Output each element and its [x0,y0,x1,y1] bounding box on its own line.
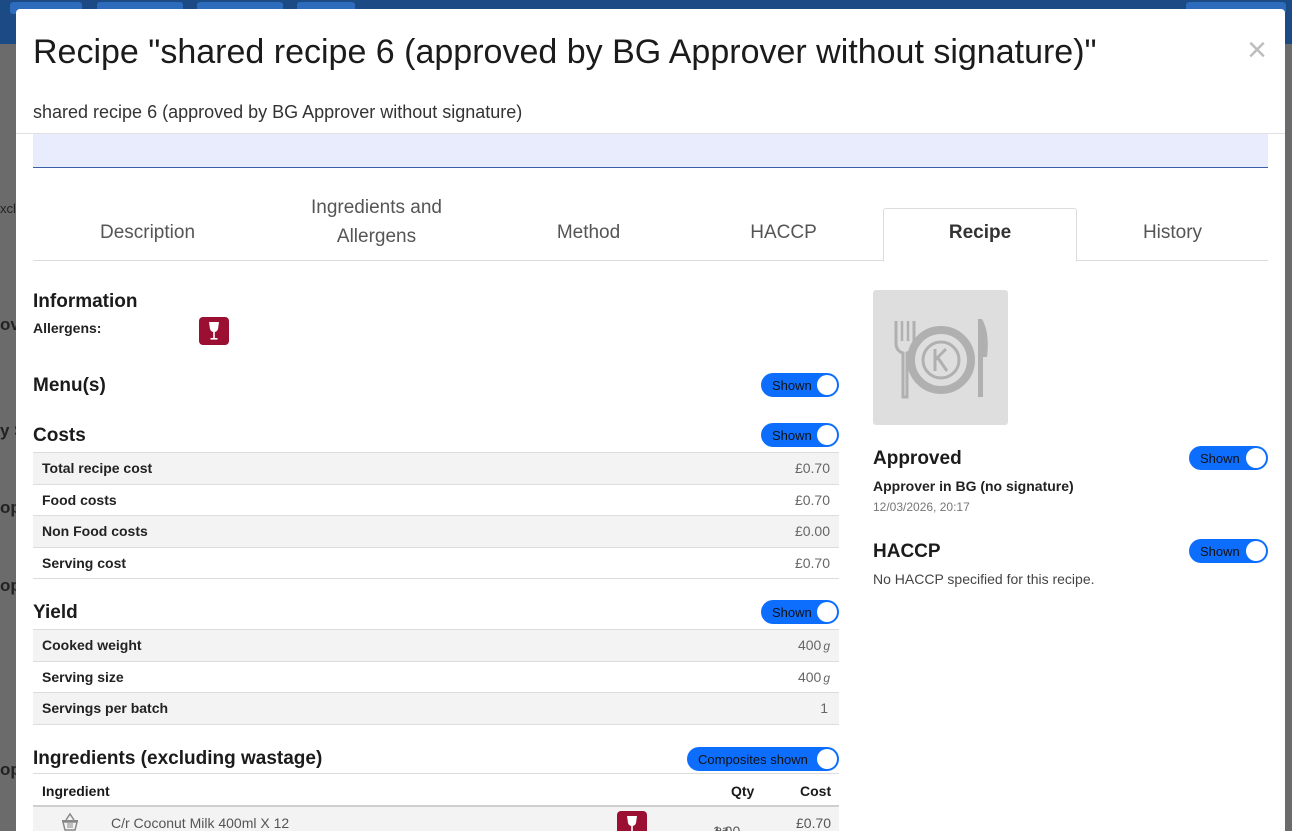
row-label: Serving cost [42,554,127,571]
info-band [33,134,1268,168]
tab-bar: Description Ingredients and Allergens Me… [33,197,1268,262]
haccp-toggle[interactable]: Shown [1189,539,1268,563]
tab-history[interactable]: History [1077,208,1268,261]
tab-recipe[interactable]: Recipe [883,208,1077,262]
toggle-knob [1246,448,1266,468]
table-row: Food costs £0.70 [33,485,839,516]
tab-label: Ingredients and Allergens [311,197,442,247]
information-heading: Information [33,291,138,312]
toggle-knob [817,602,837,622]
toggle-knob [817,749,837,769]
yield-table: Cooked weight 400 g Serving size 400 g Servi… [33,629,839,725]
table-row: Cooked weight 400 g [33,630,839,662]
yield-toggle[interactable]: Shown [761,600,839,624]
allergens-label: Allergens: [33,320,102,336]
value-number: 400 [797,637,822,654]
ingredients-table-header: Ingredient Qty Cost [33,773,839,807]
row-value: 400 g [798,669,830,685]
row-value: £0.00 [794,523,830,540]
row-label: Serving size [42,668,124,685]
haccp-text: No HACCP specified for this recipe. [873,571,1095,587]
ingredient-name[interactable]: C/r Coconut Milk 400ml X 12 [111,815,289,831]
value-number: 400 [797,668,822,685]
recipe-modal: Recipe "shared recipe 6 (approved by BG … [16,9,1285,831]
close-button[interactable]: × [1247,33,1267,67]
yield-heading: Yield [33,602,78,623]
approval-timestamp: 12/03/2026, 20:17 [873,500,970,514]
toggle-label: Shown [772,427,812,443]
costs-toggle[interactable]: Shown [761,423,839,447]
toggle-knob [817,425,837,445]
toggle-knob [817,375,837,395]
value-number: 1 [820,700,828,717]
ingredient-cost: £0.70 [796,815,832,831]
row-value: 400 g [798,637,830,653]
value-unit: g [823,670,830,685]
toggle-label: Shown [772,377,812,393]
table-row: Serving cost £0.70 [33,548,839,579]
wine-glass-icon [617,811,647,831]
table-row: Non Food costs £0.00 [33,516,839,548]
row-value: 1 [820,700,830,716]
composites-toggle[interactable]: Composites shown [687,747,839,771]
modal-subtitle: shared recipe 6 (approved by BG Approver… [33,102,523,122]
tab-haccp[interactable]: HACCP [686,208,881,261]
plate-cutlery-icon [894,318,988,398]
background-text: xcl [0,201,16,216]
approved-heading: Approved [873,448,962,469]
toggle-label: Shown [1200,543,1240,559]
toggle-label: Composites shown [698,751,808,767]
costs-heading: Costs [33,425,86,446]
approver-name: Approver in BG (no signature) [873,478,1074,494]
haccp-heading: HACCP [873,541,941,562]
row-value: £0.70 [794,460,830,477]
toggle-label: Shown [1200,450,1240,466]
toggle-label: Shown [772,604,812,620]
wine-glass-icon [199,317,229,345]
row-label: Total recipe cost [42,460,153,477]
value-unit: g [823,639,830,654]
table-row: Servings per batch 1 [33,693,839,725]
qty-unit: ea [715,823,729,831]
row-value: £0.70 [794,491,830,508]
row-label: Non Food costs [42,523,148,540]
menus-toggle[interactable]: Shown [761,373,839,397]
ingredients-heading: Ingredients (excluding wastage) [33,748,323,769]
approved-toggle[interactable]: Shown [1189,446,1268,470]
tab-method[interactable]: Method [491,208,686,261]
row-value: £0.70 [794,554,830,571]
menus-heading: Menu(s) [33,375,106,396]
column-header-cost: Cost [800,783,832,799]
row-label: Food costs [42,491,117,508]
column-header-qty: Qty [731,783,755,799]
basket-icon [60,812,80,831]
toggle-knob [1246,541,1266,561]
row-label: Cooked weight [42,637,142,654]
table-row: Serving size 400 g [33,662,839,693]
modal-title: Recipe "shared recipe 6 (approved by BG … [33,33,1097,71]
column-header-ingredient: Ingredient [42,783,110,799]
row-label: Servings per batch [42,700,169,717]
tab-description[interactable]: Description [33,208,262,261]
table-row: Total recipe cost £0.70 [33,453,839,485]
table-row: C/r Coconut Milk 400ml X 12 1.00 ea £0.70 [33,807,839,831]
recipe-image-placeholder [873,290,1008,425]
tab-ingredients-and-allergens[interactable]: Ingredients and Allergens [262,197,491,261]
costs-table: Total recipe cost £0.70 Food costs £0.70 N… [33,452,839,579]
